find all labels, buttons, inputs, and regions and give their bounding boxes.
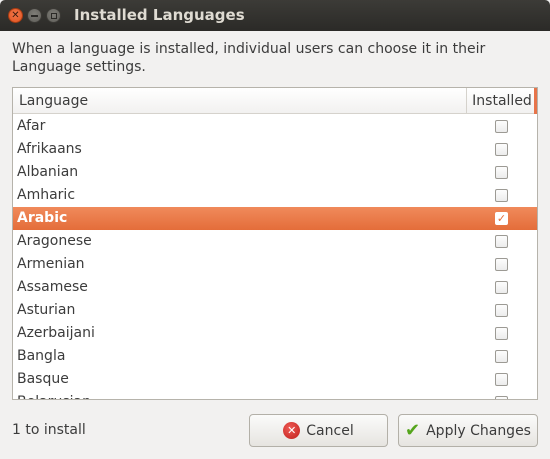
language-name: Afrikaans [17,141,82,157]
description-text: When a language is installed, individual… [12,41,486,75]
language-list[interactable]: Language Installed Afar Afrikaans Albanian… [12,87,538,400]
title-bar: ✕ Installed Languages [0,0,550,31]
installed-checkbox[interactable] [495,166,508,179]
list-item[interactable]: Amharic [13,184,537,207]
installed-checkbox[interactable] [495,143,508,156]
installed-checkbox[interactable] [495,281,508,294]
installed-checkbox[interactable] [495,396,508,399]
language-name: Azerbaijani [17,325,95,341]
list-item[interactable]: Bangla [13,345,537,368]
minimize-icon [31,14,38,17]
installed-checkbox[interactable] [495,258,508,271]
apply-changes-button[interactable]: ✔ Apply Changes [398,414,538,447]
language-name: Bangla [17,348,66,364]
installed-checkbox[interactable]: ✓ [495,212,508,225]
language-name: Belarusian [17,391,91,399]
installed-checkbox[interactable] [495,189,508,202]
apply-button-label: Apply Changes [426,422,531,439]
close-icon: ✕ [11,9,20,21]
column-header-language[interactable]: Language [13,88,466,114]
status-text: 1 to install [12,422,86,438]
language-name: Armenian [17,256,85,272]
installed-checkbox[interactable] [495,304,508,317]
installed-checkbox[interactable] [495,120,508,133]
installed-checkbox[interactable] [495,373,508,386]
list-item[interactable]: Arabic ✓ [13,207,537,230]
list-item[interactable]: Basque [13,368,537,391]
list-item[interactable]: Asturian [13,299,537,322]
maximize-icon [50,12,57,19]
minimize-window-button[interactable] [27,8,42,23]
language-rows: Afar Afrikaans Albanian Amharic Arabic ✓ Arago… [13,115,537,399]
list-item[interactable]: Armenian [13,253,537,276]
installed-checkbox[interactable] [495,350,508,363]
list-item[interactable]: Afrikaans [13,138,537,161]
language-name: Amharic [17,187,76,203]
cancel-button[interactable]: ✕ Cancel [249,414,388,447]
language-name: Afar [17,118,46,134]
language-name: Basque [17,371,69,387]
list-header: Language Installed [13,88,537,114]
language-name: Aragonese [17,233,92,249]
language-name: Albanian [17,164,79,180]
list-item[interactable]: Azerbaijani [13,322,537,345]
language-name: Asturian [17,302,76,318]
language-name: Assamese [17,279,88,295]
list-item[interactable]: Belarusian [13,391,537,399]
maximize-window-button[interactable] [46,8,61,23]
scroll-indicator [534,88,537,114]
installed-checkbox[interactable] [495,327,508,340]
language-name: Arabic [17,210,68,226]
cancel-icon: ✕ [283,422,301,439]
list-item[interactable]: Albanian [13,161,537,184]
list-item[interactable]: Aragonese [13,230,537,253]
checkmark-icon: ✔ [405,419,421,441]
list-item[interactable]: Afar [13,115,537,138]
installed-languages-window: ✕ Installed Languages When a language is… [0,0,550,459]
cancel-button-label: Cancel [306,422,354,439]
close-window-button[interactable]: ✕ [8,8,23,23]
window-title: Installed Languages [74,6,245,24]
list-item[interactable]: Assamese [13,276,537,299]
installed-checkbox[interactable] [495,235,508,248]
column-header-installed[interactable]: Installed [466,88,537,114]
